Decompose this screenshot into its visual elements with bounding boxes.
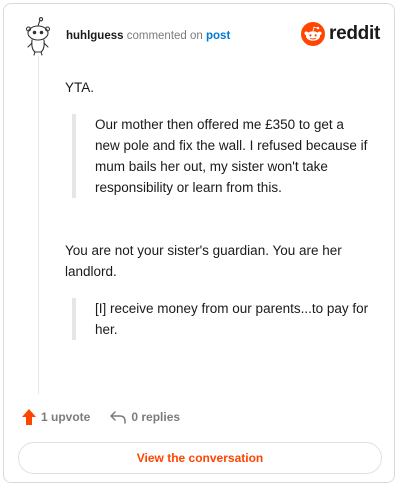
- thread-line: [38, 56, 39, 394]
- comment-embed-card: huhlguess commented on post reddit YTA. …: [3, 3, 395, 483]
- upvote-count: 1 upvote: [41, 410, 91, 424]
- comment-paragraph-2: You are not your sister's guardian. You …: [65, 243, 342, 279]
- reply-icon: [110, 411, 127, 424]
- comment-blockquote-1: Our mother then offered me £350 to get a…: [72, 114, 372, 198]
- reply-count: 0 replies: [131, 410, 181, 424]
- reddit-brand-link[interactable]: reddit: [301, 22, 380, 46]
- reddit-wordmark: reddit: [329, 23, 380, 44]
- upvote-arrow-icon: [22, 409, 36, 425]
- post-link[interactable]: post: [206, 30, 230, 42]
- comment-header: huhlguess commented on post: [66, 29, 230, 43]
- username-link[interactable]: huhlguess: [66, 30, 124, 42]
- comment-footer: 1 upvote 0 replies: [22, 409, 200, 425]
- commented-on-text: commented on: [126, 30, 203, 42]
- upvote-button[interactable]: 1 upvote: [22, 409, 90, 425]
- replies-button[interactable]: 0 replies: [110, 410, 180, 424]
- view-conversation-button[interactable]: View the conversation: [18, 442, 382, 474]
- comment-blockquote-2: [I] receive money from our parents...to …: [72, 298, 372, 340]
- comment-paragraph-1: YTA.: [65, 80, 95, 95]
- reddit-logo-icon: [301, 22, 326, 46]
- user-avatar-icon[interactable]: [22, 16, 56, 56]
